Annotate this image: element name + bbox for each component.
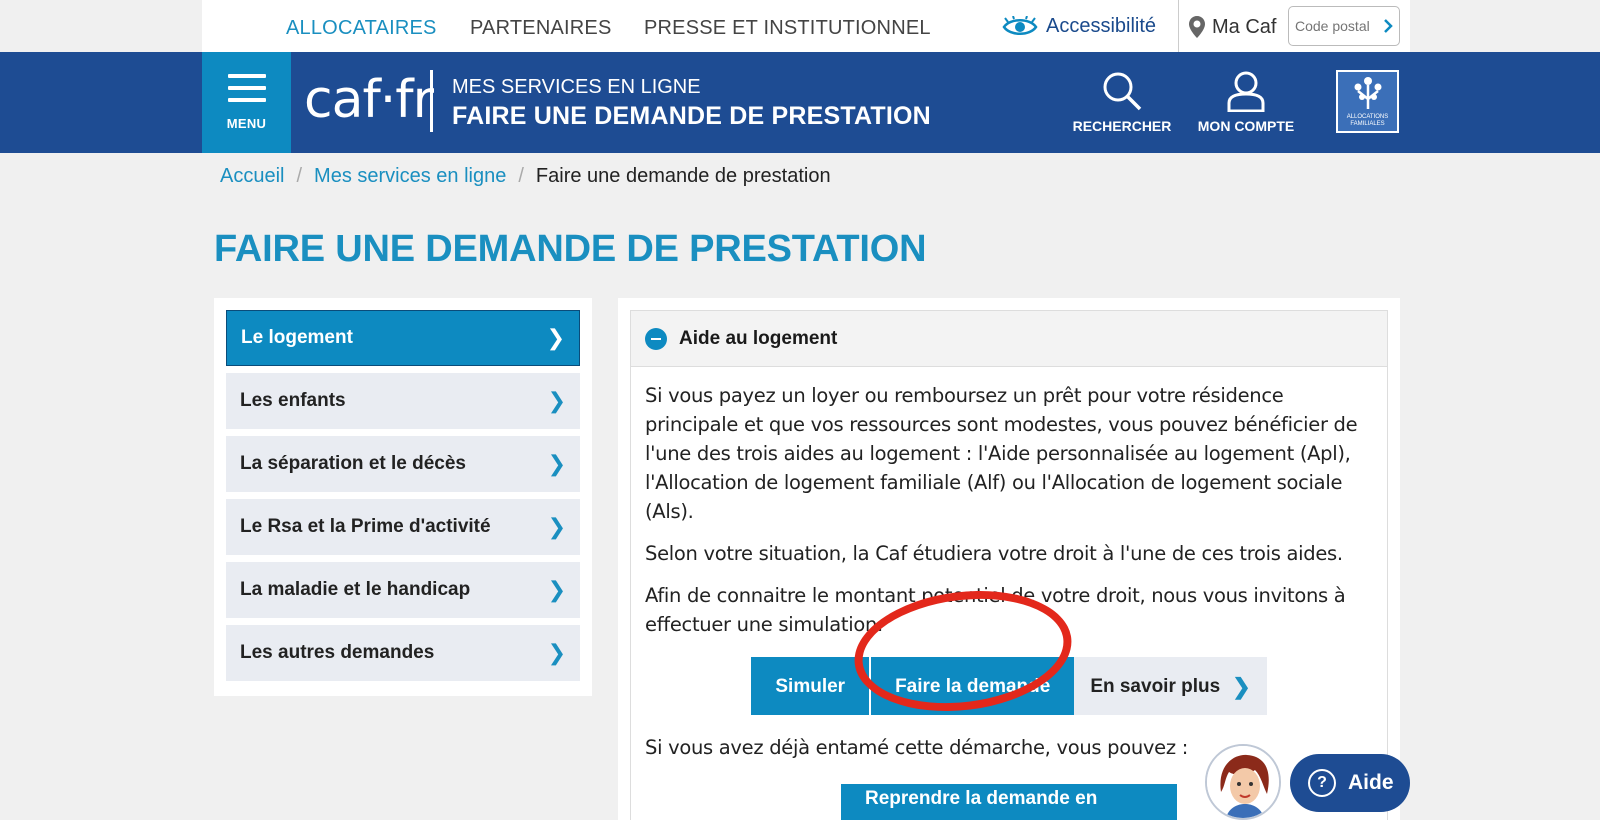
eye-icon [1002,15,1038,35]
sidebar-item-rsa[interactable]: Le Rsa et la Prime d'activité ❯ [226,499,580,555]
sidebar-item-logement[interactable]: Le logement ❯ [226,310,580,366]
resume-button[interactable]: Reprendre la demande en cours [841,784,1177,820]
accordion-header[interactable]: Aide au logement [631,311,1387,367]
main-header: MENU caf·fr MES SERVICES EN LIGNE FAIRE … [0,52,1600,153]
paragraph: Afin de connaitre le montant potentiel d… [645,584,1346,636]
sidebar-item-label: Le logement [241,327,353,348]
paragraph: Selon votre situation, la Caf étudiera v… [645,542,1343,565]
accordion: Aide au logement Si vous payez un loyer … [630,310,1388,820]
breadcrumb: Accueil / Mes services en ligne / Faire … [220,165,831,188]
postal-code-input[interactable] [1295,18,1379,34]
collapse-icon [645,327,667,350]
sidebar-item-label: La maladie et le handicap [240,579,471,600]
sidebar-item-maladie[interactable]: La maladie et le handicap ❯ [226,562,580,618]
learn-more-button[interactable]: En savoir plus ❯ [1074,657,1267,715]
allocations-familiales-logo: ALLOCATIONS FAMILIALES [1336,70,1399,133]
chevron-right-icon: ❯ [546,325,565,350]
breadcrumb-separator: / [296,165,303,187]
action-buttons: Simuler Faire la demande En savoir plus … [645,657,1373,715]
breadcrumb-current: Faire une demande de prestation [535,165,831,187]
chevron-right-icon: ❯ [547,640,566,665]
header-subtitle: MES SERVICES EN LIGNE [452,76,701,98]
paragraph: Si vous payez un loyer ou remboursez un … [645,384,1358,523]
ma-caf-label: Ma Caf [1212,15,1277,38]
chevron-right-icon[interactable] [1383,18,1393,34]
sidebar-item-separation[interactable]: La séparation et le décès ❯ [226,436,580,492]
account-button[interactable]: MON COMPTE [1196,70,1296,134]
postal-code-box [1288,6,1400,46]
sidebar-item-label: Le Rsa et la Prime d'activité [240,516,491,537]
caf-logo[interactable]: caf·fr [304,70,434,130]
chevron-right-icon: ❯ [547,514,566,539]
chevron-right-icon: ❯ [547,451,566,476]
search-label: RECHERCHER [1072,118,1172,134]
user-icon [1227,71,1265,112]
accessibility-label: Accessibilité [1046,15,1157,37]
location-pin-icon [1189,16,1205,38]
chevron-right-icon: ❯ [547,577,566,602]
question-icon: ? [1308,769,1336,797]
search-icon [1103,72,1142,111]
help-button[interactable]: ? Aide [1290,754,1410,812]
top-bar: ALLOCATAIRES PARTENAIRES PRESSE ET INSTI… [202,0,1410,52]
chevron-right-icon: ❯ [1232,673,1251,699]
accordion-body: Si vous payez un loyer ou remboursez un … [631,367,1387,820]
accordion-title: Aide au logement [679,327,838,349]
nav-presse[interactable]: PRESSE ET INSTITUTIONNEL [644,17,931,40]
family-tree-icon [1354,77,1381,109]
sidebar-item-enfants[interactable]: Les enfants ❯ [226,373,580,429]
sidebar-item-label: La séparation et le décès [240,453,466,474]
sidebar-item-label: Les autres demandes [240,642,435,663]
search-button[interactable]: RECHERCHER [1072,70,1172,134]
learn-more-label: En savoir plus [1090,675,1221,697]
hamburger-icon [228,74,266,110]
chevron-right-icon: ❯ [547,388,566,413]
account-label: MON COMPTE [1197,118,1295,134]
divider [1178,0,1179,52]
assistant-avatar[interactable] [1205,744,1281,820]
help-label: Aide [1348,771,1394,794]
ma-caf-link[interactable]: Ma Caf [1188,15,1276,39]
menu-button[interactable]: MENU [202,52,291,153]
breadcrumb-services[interactable]: Mes services en ligne [314,165,506,188]
breadcrumb-separator: / [518,165,524,187]
nav-partenaires[interactable]: PARTENAIRES [470,17,612,40]
nav-allocataires[interactable]: ALLOCATAIRES [286,17,437,40]
seal-text: ALLOCATIONS FAMILIALES [1346,114,1389,127]
apply-button[interactable]: Faire la demande [869,657,1075,715]
sidebar: Le logement ❯ Les enfants ❯ La séparatio… [214,298,592,696]
menu-label: MENU [226,116,267,131]
content-panel: Aide au logement Si vous payez un loyer … [618,298,1400,820]
accessibility-link[interactable]: Accessibilité [1002,15,1156,38]
breadcrumb-home[interactable]: Accueil [220,165,284,188]
sidebar-item-label: Les enfants [240,390,346,411]
simulate-button[interactable]: Simuler [751,657,870,715]
header-title: FAIRE UNE DEMANDE DE PRESTATION [452,102,931,130]
logo-divider [430,70,433,132]
page-title: FAIRE UNE DEMANDE DE PRESTATION [214,228,927,270]
sidebar-item-autres[interactable]: Les autres demandes ❯ [226,625,580,681]
